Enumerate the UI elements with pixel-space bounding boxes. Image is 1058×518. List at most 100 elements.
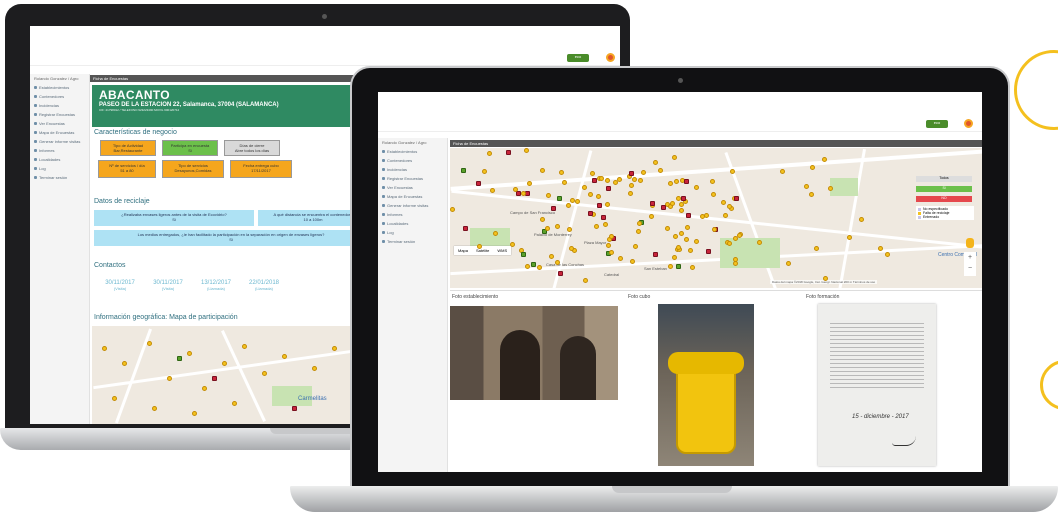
map-marker[interactable] [262, 371, 267, 376]
map-marker[interactable] [599, 175, 605, 181]
map-marker[interactable] [721, 200, 727, 206]
map-marker[interactable] [711, 226, 717, 232]
map-marker-red[interactable] [525, 190, 531, 196]
sidebar-item-incidencias[interactable]: Incidencias [30, 101, 89, 110]
map-marker[interactable] [567, 226, 573, 232]
map-marker[interactable] [685, 225, 691, 230]
map-marker[interactable] [649, 213, 655, 219]
map-marker[interactable] [617, 176, 623, 182]
map-marker[interactable] [587, 192, 593, 198]
map-marker[interactable] [524, 148, 530, 154]
map-marker[interactable] [640, 169, 646, 175]
map-marker[interactable] [632, 177, 638, 183]
map-marker[interactable] [581, 185, 587, 191]
map-marker[interactable] [450, 206, 455, 212]
sidebar-item-ver[interactable]: Ver Encuestas [30, 119, 89, 128]
map-marker[interactable] [629, 258, 635, 264]
map-marker[interactable] [669, 201, 675, 207]
map-marker[interactable] [282, 354, 287, 359]
map-marker-green[interactable] [460, 168, 466, 174]
map-marker-red[interactable] [475, 181, 481, 187]
map-marker[interactable] [574, 199, 580, 205]
sidebar-item-localidades[interactable]: Localidades [30, 155, 89, 164]
map-marker[interactable] [593, 223, 599, 229]
sidebar-item-contenedores[interactable]: Contenedores [30, 92, 89, 101]
map-marker[interactable] [710, 178, 716, 184]
map-marker[interactable] [187, 351, 192, 356]
avatar-icon[interactable] [964, 119, 973, 128]
map-marker-red[interactable] [551, 205, 557, 211]
map-marker[interactable] [527, 180, 533, 186]
map-marker-green[interactable] [177, 356, 182, 361]
map-marker[interactable] [122, 361, 127, 366]
surveys-map[interactable]: Palacio de Monterrey Plaza Mayor Casa de… [450, 148, 982, 288]
map-marker[interactable] [489, 187, 495, 193]
map-marker[interactable] [673, 234, 679, 240]
map-marker[interactable] [827, 185, 833, 191]
avatar-icon[interactable] [606, 53, 615, 62]
map-marker-red[interactable] [597, 202, 603, 208]
sidebar-item-logout[interactable]: Terminar sesión [378, 237, 447, 246]
map-marker[interactable] [112, 396, 117, 401]
map-marker-red[interactable] [705, 248, 711, 254]
map-marker[interactable] [604, 202, 610, 208]
map-marker[interactable] [821, 156, 827, 162]
map-marker[interactable] [608, 250, 614, 256]
sidebar-item-mapa[interactable]: Mapa de Encuestas [378, 192, 447, 201]
legend-check-item[interactable]: Entrenado [918, 215, 972, 219]
map-marker[interactable] [637, 220, 643, 226]
map-marker-red[interactable] [588, 211, 594, 216]
map-marker[interactable] [152, 406, 157, 411]
map-marker[interactable] [710, 192, 716, 198]
map-marker-red[interactable] [605, 186, 611, 192]
map-marker[interactable] [684, 236, 690, 242]
map-marker-red[interactable] [505, 149, 511, 155]
sidebar-item-localidades[interactable]: Localidades [378, 219, 447, 228]
sidebar-item-generar[interactable]: Generar informe visitas [30, 137, 89, 146]
map-marker[interactable] [678, 207, 684, 213]
map-marker[interactable] [814, 245, 820, 251]
map-marker[interactable] [606, 243, 612, 249]
map-marker[interactable] [546, 193, 552, 199]
map-marker[interactable] [699, 214, 705, 219]
map-marker[interactable] [628, 190, 634, 196]
map-marker[interactable] [540, 216, 546, 222]
legend-si[interactable]: Si [916, 186, 972, 192]
map-marker[interactable] [608, 233, 614, 239]
map-marker-red[interactable] [558, 271, 564, 277]
photo-cubo[interactable] [658, 304, 754, 466]
contact-entry[interactable]: 13/12/2017 (Llamada) [194, 280, 238, 291]
sidebar-item-registrar[interactable]: Registrar Encuestas [30, 110, 89, 119]
sidebar-item-mapa[interactable]: Mapa de Encuestas [30, 128, 89, 137]
map-marker[interactable] [481, 168, 487, 174]
map-marker[interactable] [667, 264, 673, 270]
map-marker[interactable] [312, 366, 317, 371]
contact-entry[interactable]: 30/11/2017 (Visita) [98, 280, 142, 291]
map-marker[interactable] [332, 346, 337, 351]
map-marker[interactable] [704, 213, 710, 219]
map-marker[interactable] [723, 212, 729, 218]
map-marker[interactable] [510, 242, 516, 248]
map-marker[interactable] [726, 204, 732, 210]
pegman-icon[interactable] [966, 238, 974, 248]
map-marker[interactable] [785, 260, 791, 266]
map-marker[interactable] [637, 177, 643, 183]
map-marker[interactable] [602, 221, 608, 227]
map-marker-red[interactable] [649, 200, 655, 206]
map-marker-red[interactable] [592, 178, 598, 184]
map-marker[interactable] [877, 246, 883, 252]
map-marker[interactable] [629, 183, 635, 189]
contact-entry[interactable]: 30/11/2017 (Visita) [146, 280, 190, 291]
map-marker[interactable] [668, 180, 674, 186]
map-marker[interactable] [486, 150, 492, 156]
map-marker-green[interactable] [675, 264, 681, 270]
map-marker-red[interactable] [601, 214, 607, 220]
map-marker[interactable] [652, 159, 658, 165]
map-marker[interactable] [513, 186, 519, 192]
map-marker[interactable] [222, 361, 227, 366]
map-marker[interactable] [549, 253, 555, 259]
sidebar-item-registrar[interactable]: Registrar Encuestas [378, 174, 447, 183]
map-marker[interactable] [167, 376, 172, 381]
map-marker[interactable] [477, 244, 483, 250]
map-marker[interactable] [732, 235, 738, 241]
